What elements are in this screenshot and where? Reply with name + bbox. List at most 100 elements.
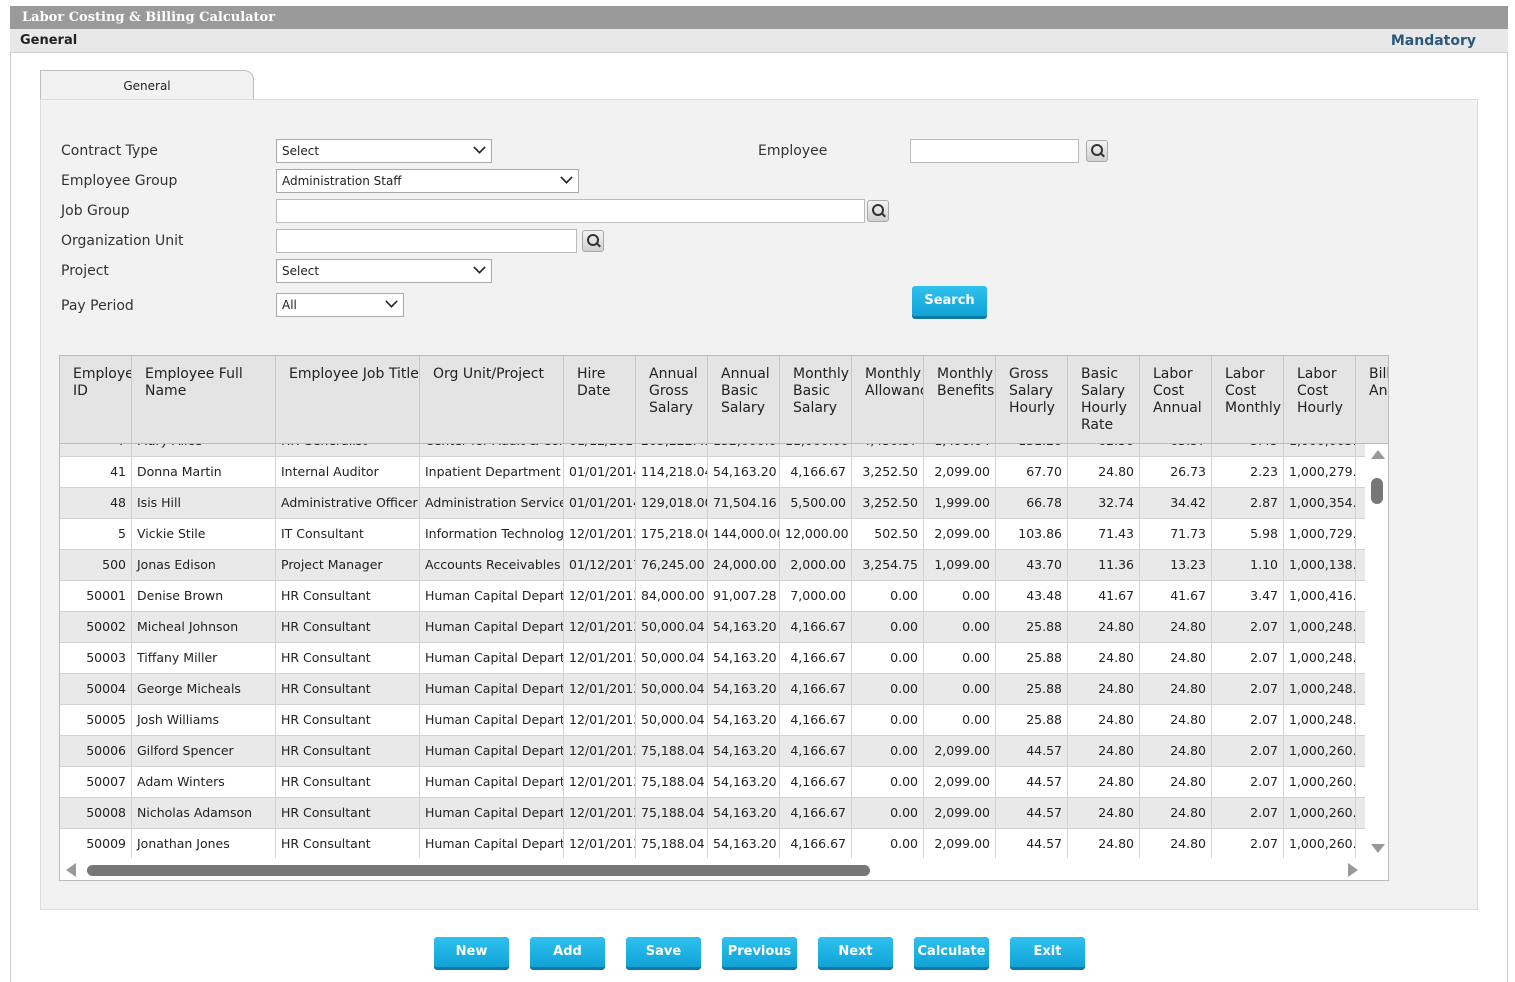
table-cell: 71.73: [1140, 519, 1212, 549]
table-cell: 11,000.00: [780, 444, 852, 456]
chevron-down-icon: [473, 141, 486, 154]
column-header[interactable]: Employee ID: [60, 356, 132, 443]
column-header[interactable]: Labor Cost Monthly: [1212, 356, 1284, 443]
table-cell: 132,000.00: [708, 444, 780, 456]
next-button[interactable]: Next: [818, 937, 893, 967]
column-header[interactable]: Labor Cost Annual: [1140, 356, 1212, 443]
organization-unit-input[interactable]: [276, 229, 577, 253]
table-cell: 75,188.04: [636, 736, 708, 766]
employee-input[interactable]: [910, 139, 1079, 163]
table-cell: Administrative Officer: [276, 488, 420, 518]
table-cell: 4,166.67: [780, 643, 852, 673]
table-row[interactable]: 5 Vickie Stile IT Consultant Information Te…: [60, 519, 1365, 550]
table-row[interactable]: 50001 Denise Brown HR Consultant Human Capi…: [60, 581, 1365, 612]
column-header[interactable]: Employee Job Title: [276, 356, 420, 443]
table-row[interactable]: 50006 Gilford Spencer HR Consultant Human C…: [60, 736, 1365, 767]
table-cell: 26.73: [1140, 457, 1212, 487]
table-cell: Vickie Stile: [132, 519, 276, 549]
add-button[interactable]: Add: [530, 937, 605, 967]
table-cell: 1,000,260.4: [1284, 767, 1356, 797]
column-header[interactable]: Monthly Allowance: [852, 356, 924, 443]
search-button[interactable]: Search: [912, 286, 987, 316]
column-header[interactable]: Annual Gross Salary: [636, 356, 708, 443]
table-row[interactable]: 41 Donna Martin Internal Auditor Inpatient …: [60, 457, 1365, 488]
column-header[interactable]: Hire Date: [564, 356, 636, 443]
table-row[interactable]: 500 Jonas Edison Project Manager Accounts R…: [60, 550, 1365, 581]
pay-period-value: All: [282, 298, 297, 312]
table-cell: 11.36: [1068, 550, 1140, 580]
vertical-scrollbar[interactable]: [1365, 444, 1388, 858]
contract-type-select[interactable]: Select: [276, 139, 492, 163]
table-cell: 2.07: [1212, 612, 1284, 642]
table-cell: 24,000.00: [708, 550, 780, 580]
table-cell: 1,999.00: [924, 488, 996, 518]
column-header[interactable]: Bill Rate Annual: [1356, 356, 1388, 443]
table-cell: 7,000.00: [780, 581, 852, 611]
new-button[interactable]: New: [434, 937, 509, 967]
table-cell: 2,000.00: [780, 550, 852, 580]
exit-button[interactable]: Exit: [1010, 937, 1085, 967]
table-row[interactable]: 7Mary AliceHR GeneralistCenter for Audit…: [60, 444, 1365, 457]
scroll-up-icon[interactable]: [1371, 450, 1385, 459]
column-header[interactable]: Annual Basic Salary: [708, 356, 780, 443]
table-cell: 502.50: [852, 519, 924, 549]
table-cell: 0.00: [924, 581, 996, 611]
tab-general[interactable]: General: [40, 70, 254, 100]
column-header[interactable]: Org Unit/Project: [420, 356, 564, 443]
table-cell: 25.88: [996, 643, 1068, 673]
table-cell: HR Consultant: [276, 767, 420, 797]
column-header[interactable]: Labor Cost Hourly: [1284, 356, 1356, 443]
table-row[interactable]: 50008 Nicholas Adamson HR Consultant Human …: [60, 798, 1365, 829]
table-cell: 12/01/2013: [564, 519, 636, 549]
table-cell: 175,218.00: [636, 519, 708, 549]
table-cell: 54,163.20: [708, 643, 780, 673]
organization-unit-lookup-button[interactable]: [582, 230, 604, 252]
table-cell: George Micheals: [132, 674, 276, 704]
job-group-lookup-button[interactable]: [867, 200, 889, 222]
table-cell: 0.00: [924, 674, 996, 704]
column-header[interactable]: Gross Salary Hourly: [996, 356, 1068, 443]
horizontal-scroll-thumb[interactable]: [87, 865, 870, 876]
column-header[interactable]: Basic Salary Hourly Rate: [1068, 356, 1140, 443]
horizontal-scrollbar[interactable]: [60, 858, 1365, 880]
grid-header: Employee IDEmployee Full NameEmployee Jo…: [60, 356, 1388, 444]
column-header[interactable]: Monthly Benefits: [924, 356, 996, 443]
table-cell: 4,166.67: [780, 829, 852, 858]
vertical-scroll-thumb[interactable]: [1371, 478, 1383, 504]
table-row[interactable]: 50004 George Micheals HR Consultant Human C…: [60, 674, 1365, 705]
job-group-input[interactable]: [276, 199, 865, 223]
table-row[interactable]: 50005 Josh Williams HR Consultant Human Cap…: [60, 705, 1365, 736]
table-row[interactable]: 50002 Micheal Johnson HR Consultant Human C…: [60, 612, 1365, 643]
table-cell: Mary Alice: [132, 444, 276, 456]
scroll-right-icon[interactable]: [1348, 863, 1358, 877]
scroll-left-icon[interactable]: [66, 863, 76, 877]
save-button[interactable]: Save: [626, 937, 701, 967]
table-cell: 50004: [60, 674, 132, 704]
column-header[interactable]: Employee Full Name: [132, 356, 276, 443]
table-cell: HR Generalist: [276, 444, 420, 456]
previous-button[interactable]: Previous: [722, 937, 797, 967]
employee-lookup-button[interactable]: [1086, 140, 1108, 162]
column-header[interactable]: Monthly Basic Salary: [780, 356, 852, 443]
table-cell: 41: [60, 457, 132, 487]
table-row[interactable]: 50003 Tiffany Miller HR Consultant Human Ca…: [60, 643, 1365, 674]
table-cell: 12/01/2013: [564, 767, 636, 797]
contract-type-label: Contract Type: [61, 143, 158, 159]
table-row[interactable]: 48 Isis Hill Administrative Officer Adminis…: [60, 488, 1365, 519]
scroll-down-icon[interactable]: [1371, 844, 1385, 853]
table-cell: 1,000,729.7: [1284, 519, 1356, 549]
table-cell: Donna Martin: [132, 457, 276, 487]
table-cell: 203,222.45: [636, 444, 708, 456]
employee-group-select[interactable]: Administration Staff: [276, 169, 579, 193]
table-cell: 1,000,260.4: [1284, 798, 1356, 828]
table-row[interactable]: 50009 Jonathan Jones HR Consultant Human Ca…: [60, 829, 1365, 858]
table-cell: 2.87: [1212, 488, 1284, 518]
table-cell: Human Capital Department: [420, 581, 564, 611]
calculate-button[interactable]: Calculate: [914, 937, 989, 967]
project-select[interactable]: Select: [276, 259, 492, 283]
pay-period-select[interactable]: All: [276, 293, 404, 317]
table-cell: 0.00: [852, 736, 924, 766]
table-cell: 4,166.67: [780, 767, 852, 797]
table-row[interactable]: 50007 Adam Winters HR Consultant Human Capi…: [60, 767, 1365, 798]
table-cell: 4,166.67: [780, 798, 852, 828]
